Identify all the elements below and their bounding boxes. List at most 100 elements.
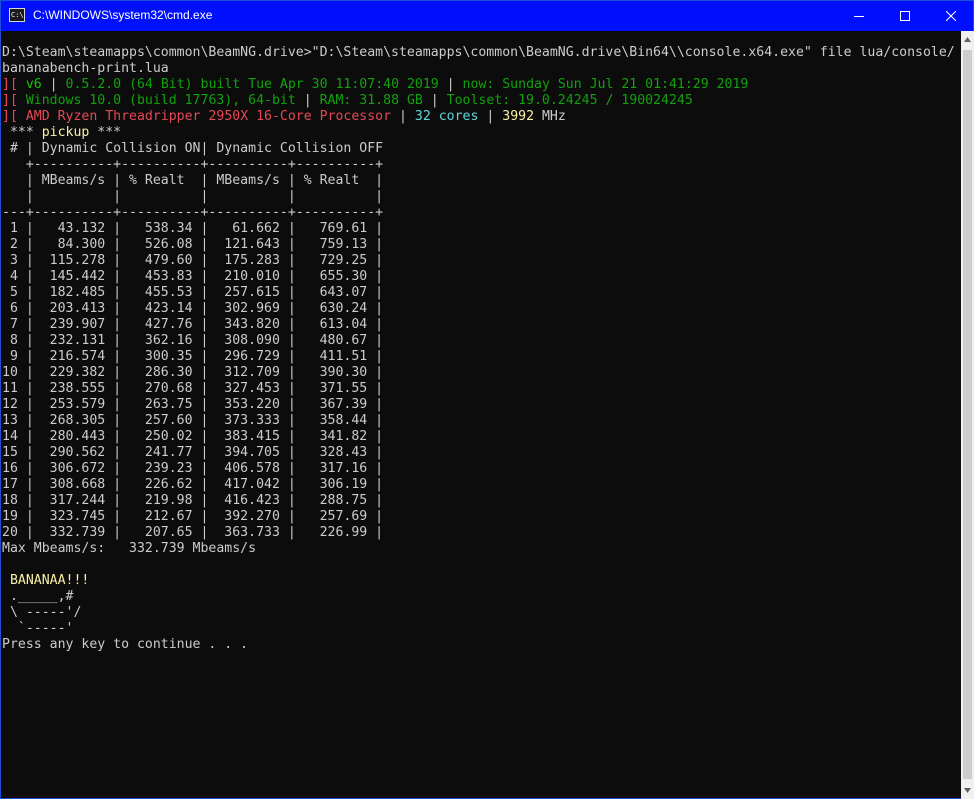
console-line: 16 | 306.672 | 239.23 | 406.578 | 317.16… xyxy=(2,461,961,477)
console-line: `-----' xyxy=(2,621,961,637)
console-line: 13 | 268.305 | 257.60 | 373.333 | 358.44… xyxy=(2,413,961,429)
console-text-segment: v6 xyxy=(25,77,42,92)
minimize-button[interactable] xyxy=(836,1,882,31)
console-text-segment: 10 | 229.382 | 286.30 | 312.709 | 390.30… xyxy=(2,365,384,380)
console-line: 14 | 280.443 | 250.02 | 383.415 | 341.82… xyxy=(2,429,961,445)
console-text-segment: bananabench-print.lua xyxy=(2,61,169,76)
console-text-segment: RAM: 31.88 GB xyxy=(319,93,423,108)
console-line: ---+----------+----------+----------+---… xyxy=(2,205,961,221)
console-text-segment: *** xyxy=(89,125,122,140)
console-text-segment: *** xyxy=(2,125,42,140)
console-line: 6 | 203.413 | 423.14 | 302.969 | 630.24 … xyxy=(2,301,961,317)
console-line: D:\Steam\steamapps\common\BeamNG.drive>"… xyxy=(2,45,961,61)
console-text-segment: 32 cores xyxy=(414,109,479,124)
console-line: ][ Windows 10.0 (build 17763), 64-bit | … xyxy=(2,93,961,109)
console-line: Max Mbeams/s: 332.739 Mbeams/s xyxy=(2,541,961,557)
console-text-segment: AMD Ryzen Threadripper 2950X 16-Core Pro… xyxy=(25,109,392,124)
console-text-segment: pickup xyxy=(41,125,90,140)
console-text-segment: | xyxy=(422,93,447,108)
console-text-segment: 12 | 253.579 | 263.75 | 353.220 | 367.39… xyxy=(2,397,384,412)
console-text-segment: Windows 10.0 (build 17763), 64-bit xyxy=(25,93,296,108)
console-line: 7 | 239.907 | 427.76 | 343.820 | 613.04 … xyxy=(2,317,961,333)
console-text-segment: 2 | 84.300 | 526.08 | 121.643 | 759.13 | xyxy=(2,237,384,252)
console-text-segment: | | | | | xyxy=(2,189,384,204)
console-line: 15 | 290.562 | 241.77 | 394.705 | 328.43… xyxy=(2,445,961,461)
console-line: ._____,# xyxy=(2,589,961,605)
console-line: 2 | 84.300 | 526.08 | 121.643 | 759.13 | xyxy=(2,237,961,253)
console-line: 19 | 323.745 | 212.67 | 392.270 | 257.69… xyxy=(2,509,961,525)
console-line: 11 | 238.555 | 270.68 | 327.453 | 371.55… xyxy=(2,381,961,397)
console-text-segment: 8 | 232.131 | 362.16 | 308.090 | 480.67 … xyxy=(2,333,384,348)
console-line: ][ AMD Ryzen Threadripper 2950X 16-Core … xyxy=(2,109,961,125)
console-line: Press any key to continue . . . xyxy=(2,637,961,653)
console-line: 10 | 229.382 | 286.30 | 312.709 | 390.30… xyxy=(2,365,961,381)
console-line: 1 | 43.132 | 538.34 | 61.662 | 769.61 | xyxy=(2,221,961,237)
console-line: 4 | 145.442 | 453.83 | 210.010 | 655.30 … xyxy=(2,269,961,285)
console-line: 9 | 216.574 | 300.35 | 296.729 | 411.51 … xyxy=(2,349,961,365)
console-text-segment: 7 | 239.907 | 427.76 | 343.820 | 613.04 … xyxy=(2,317,384,332)
console-text-segment: 6 | 203.413 | 423.14 | 302.969 | 630.24 … xyxy=(2,301,384,316)
console-text-segment: Toolset: 19.0.24245 / 190024245 xyxy=(446,93,693,108)
scroll-up-button[interactable] xyxy=(961,31,974,48)
console-text-segment: | xyxy=(478,109,503,124)
minimize-icon xyxy=(854,16,864,17)
console-text-segment: 13 | 268.305 | 257.60 | 373.333 | 358.44… xyxy=(2,413,384,428)
console-text-segment: 1 | 43.132 | 538.34 | 61.662 | 769.61 | xyxy=(2,221,384,236)
console-text-segment: 5 | 182.485 | 455.53 | 257.615 | 643.07 … xyxy=(2,285,384,300)
console-line: BANANAA!!! xyxy=(2,573,961,589)
console-text-segment: \ -----'/ xyxy=(2,605,82,620)
scroll-thumb[interactable] xyxy=(963,50,972,779)
console-text-segment: 4 | 145.442 | 453.83 | 210.010 | 655.30 … xyxy=(2,269,384,284)
console-text-segment: `-----' xyxy=(2,621,74,636)
console-line: 5 | 182.485 | 455.53 | 257.615 | 643.07 … xyxy=(2,285,961,301)
vertical-scrollbar[interactable] xyxy=(961,31,974,799)
console-text-segment: ---+----------+----------+----------+---… xyxy=(2,205,384,220)
console-line: 20 | 332.739 | 207.65 | 363.733 | 226.99… xyxy=(2,525,961,541)
scroll-down-arrow-icon xyxy=(964,788,971,793)
maximize-icon xyxy=(900,11,910,21)
console-line: 12 | 253.579 | 263.75 | 353.220 | 367.39… xyxy=(2,397,961,413)
cmd-icon: C:\ xyxy=(9,8,25,22)
console-text-segment: ][ xyxy=(2,93,26,108)
console-text-segment: MHz xyxy=(534,109,566,124)
console-text-segment: 16 | 306.672 | 239.23 | 406.578 | 317.16… xyxy=(2,461,384,476)
maximize-button[interactable] xyxy=(882,1,928,31)
console-line: ][ v6 | 0.5.2.0 (64 Bit) built Tue Apr 3… xyxy=(2,77,961,93)
console-text-segment: Max Mbeams/s: 332.739 Mbeams/s xyxy=(2,541,257,556)
console-line: # | Dynamic Collision ON| Dynamic Collis… xyxy=(2,141,961,157)
close-icon xyxy=(946,11,956,21)
console-text-segment: 15 | 290.562 | 241.77 | 394.705 | 328.43… xyxy=(2,445,384,460)
console-line: 18 | 317.244 | 219.98 | 416.423 | 288.75… xyxy=(2,493,961,509)
console-text-segment: 20 | 332.739 | 207.65 | 363.733 | 226.99… xyxy=(2,525,384,540)
scroll-up-arrow-icon xyxy=(964,37,971,42)
console-line: | | | | | xyxy=(2,189,961,205)
title-bar[interactable]: C:\ C:\WINDOWS\system32\cmd.exe xyxy=(1,1,973,31)
console-text-segment: ][ xyxy=(2,109,26,124)
console-text-segment: now: Sunday Sun Jul 21 01:41:29 2019 xyxy=(462,77,749,92)
console-output[interactable]: D:\Steam\steamapps\common\BeamNG.drive>"… xyxy=(1,31,961,799)
console-text-segment: | xyxy=(41,77,66,92)
scroll-down-button[interactable] xyxy=(961,782,974,799)
console-text-segment: +----------+----------+----------+------… xyxy=(2,157,384,172)
console-text-segment: ._____,# xyxy=(2,589,74,604)
console-line: *** pickup *** xyxy=(2,125,961,141)
close-button[interactable] xyxy=(928,1,974,31)
console-text-segment: Press any key to continue . . . xyxy=(2,637,249,652)
console-text-segment: D:\Steam\steamapps\common\BeamNG.drive>"… xyxy=(2,45,955,60)
console-line: \ -----'/ xyxy=(2,605,961,621)
console-text-segment: ][ xyxy=(2,77,26,92)
console-line: +----------+----------+----------+------… xyxy=(2,157,961,173)
console-text-segment: 0.5.2.0 (64 Bit) built Tue Apr 30 11:07:… xyxy=(65,77,439,92)
console-line: 3 | 115.278 | 479.60 | 175.283 | 729.25 … xyxy=(2,253,961,269)
console-text-segment: | MBeams/s | % Realt | MBeams/s | % Real… xyxy=(2,173,384,188)
console-text-segment: 3992 xyxy=(502,109,535,124)
console-text-segment: 9 | 216.574 | 300.35 | 296.729 | 411.51 … xyxy=(2,349,384,364)
console-text-segment: BANANAA!!! xyxy=(2,573,90,588)
cmd-window: C:\ C:\WINDOWS\system32\cmd.exe D:\Steam… xyxy=(0,0,974,799)
console-line: 17 | 308.668 | 226.62 | 417.042 | 306.19… xyxy=(2,477,961,493)
console-line: 8 | 232.131 | 362.16 | 308.090 | 480.67 … xyxy=(2,333,961,349)
console-text-segment: | xyxy=(438,77,463,92)
console-text-segment: 18 | 317.244 | 219.98 | 416.423 | 288.75… xyxy=(2,493,384,508)
console-line: bananabench-print.lua xyxy=(2,61,961,77)
